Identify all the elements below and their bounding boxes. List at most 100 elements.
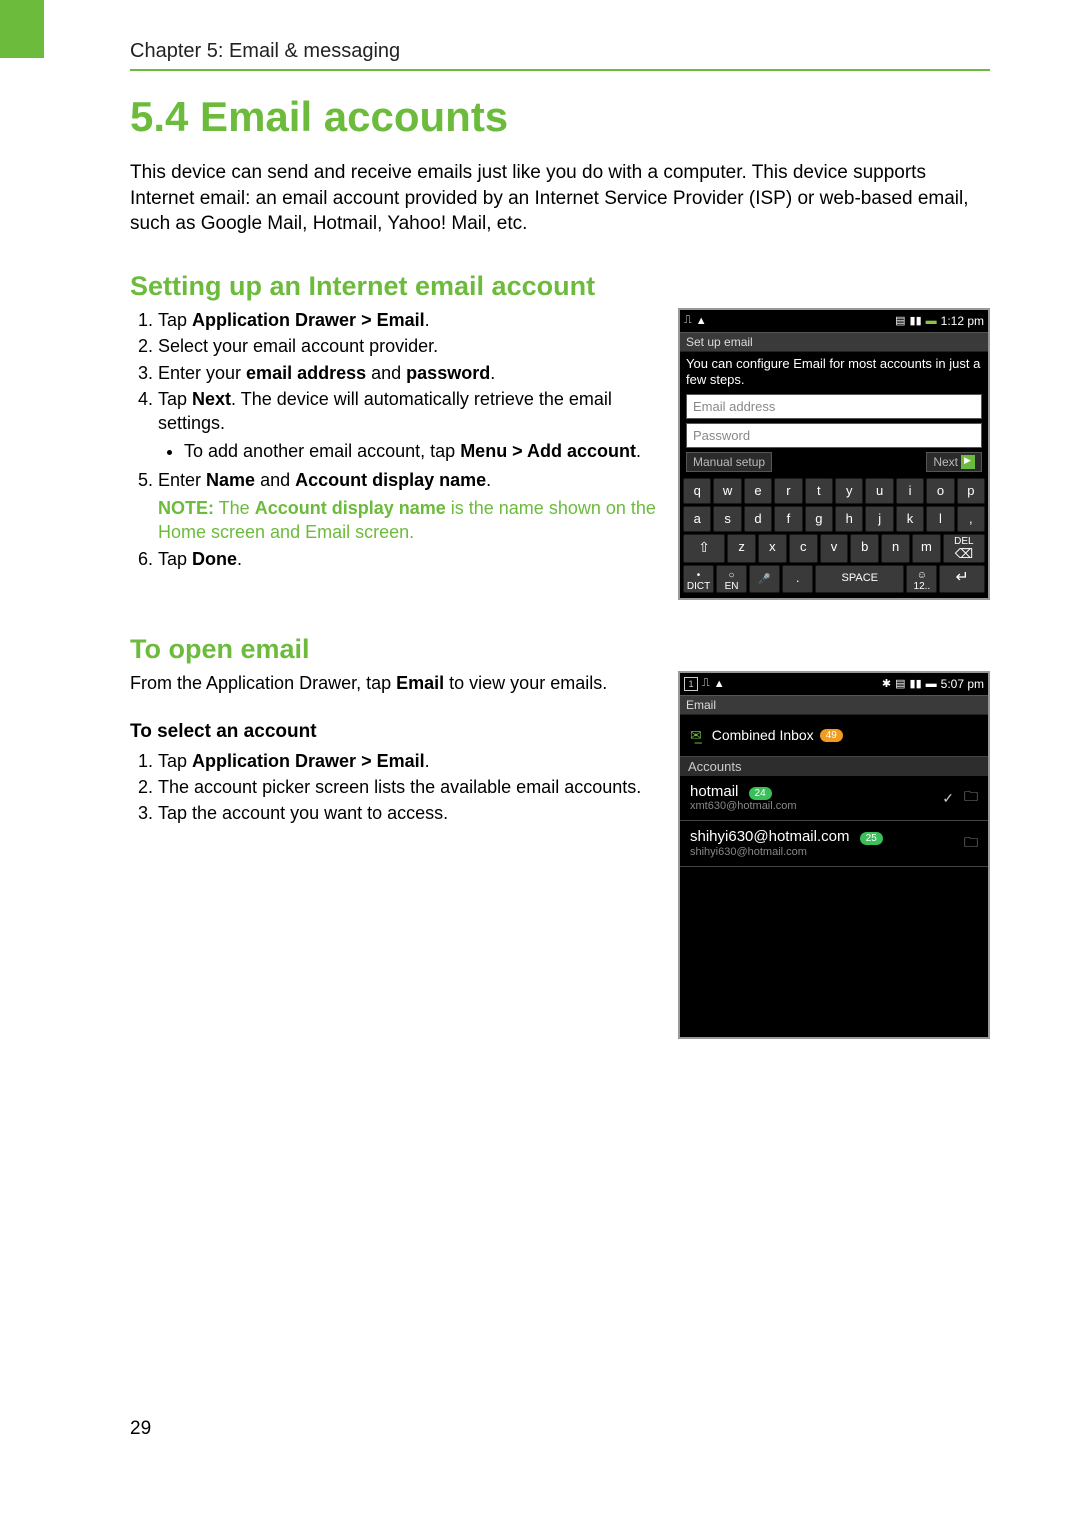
- screen-title-bar-2: Email: [680, 695, 988, 715]
- step-3: Enter your email address and password.: [158, 361, 660, 385]
- key-enter[interactable]: [939, 565, 985, 593]
- account-row-2[interactable]: shihyi630@hotmail.com 25 shihyi630@hotma…: [680, 821, 988, 867]
- key-dict[interactable]: •DICT: [683, 565, 714, 593]
- chapter-header: Chapter 5: Email & messaging: [130, 40, 990, 69]
- next-arrow-icon: [961, 455, 975, 469]
- screen-title-bar: Set up email: [680, 332, 988, 352]
- folder-icon[interactable]: 🗀: [964, 786, 978, 810]
- key-k[interactable]: k: [896, 506, 924, 532]
- section-title: 5.4 Email accounts: [130, 93, 990, 141]
- key-y[interactable]: y: [835, 478, 863, 504]
- select-step-1: Tap Application Drawer > Email.: [158, 749, 660, 773]
- status-time-2: 5:07 pm: [941, 677, 984, 691]
- select-account-heading: To select an account: [130, 719, 660, 745]
- key-q[interactable]: q: [683, 478, 711, 504]
- key-j[interactable]: j: [865, 506, 893, 532]
- account-1-name: hotmail 24: [690, 784, 932, 801]
- key-space[interactable]: SPACE: [815, 565, 904, 593]
- combined-inbox-row[interactable]: ✉̲ Combined Inbox 49: [680, 715, 988, 757]
- status-bar: ⎍ ▲ ▤ ▮▮ ▬ 1:12 pm: [680, 310, 988, 332]
- key-t[interactable]: t: [805, 478, 833, 504]
- accounts-header: Accounts: [680, 757, 988, 776]
- key-r[interactable]: r: [774, 478, 802, 504]
- key-n[interactable]: n: [881, 534, 910, 562]
- sim-icon: ▤: [895, 314, 905, 327]
- key-o[interactable]: o: [926, 478, 954, 504]
- manual-setup-button[interactable]: Manual setup: [686, 452, 772, 472]
- key-b[interactable]: b: [850, 534, 879, 562]
- key-a[interactable]: a: [683, 506, 711, 532]
- page-number: 29: [130, 1418, 151, 1440]
- select-step-2: The account picker screen lists the avai…: [158, 775, 660, 799]
- select-step-3: Tap the account you want to access.: [158, 801, 660, 825]
- key-u[interactable]: u: [865, 478, 893, 504]
- step-5: Enter Name and Account display name. NOT…: [158, 468, 660, 545]
- account-2-name: shihyi630@hotmail.com 25: [690, 829, 954, 846]
- subheading-setup: Setting up an Internet email account: [130, 271, 990, 302]
- sim-icon: ▤: [895, 677, 905, 690]
- header-rule: [130, 69, 990, 71]
- key-g[interactable]: g: [805, 506, 833, 532]
- status-bar-2: 1 ⎍ ▲ ✱ ▤ ▮▮ ▬ 5:07 pm: [680, 673, 988, 695]
- key-l[interactable]: l: [926, 506, 954, 532]
- keyboard: q w e r t y u i o p a s d f g h: [680, 474, 988, 597]
- combined-inbox-badge: 49: [820, 729, 843, 742]
- key-comma[interactable]: ,: [957, 506, 985, 532]
- setup-instructions: Tap Application Drawer > Email. Select y…: [130, 308, 660, 600]
- usb-icon: ⎍: [702, 677, 710, 690]
- account-1-email: xmt630@hotmail.com: [690, 800, 932, 812]
- key-x[interactable]: x: [758, 534, 787, 562]
- config-msg: You can configure Email for most account…: [686, 356, 982, 389]
- key-shift[interactable]: [683, 534, 725, 562]
- password-field[interactable]: Password: [686, 423, 982, 448]
- account-1-badge: 24: [749, 787, 772, 800]
- battery-icon: ▬: [926, 315, 937, 327]
- key-e[interactable]: e: [744, 478, 772, 504]
- folder-icon[interactable]: 🗀: [964, 832, 978, 856]
- email-field[interactable]: Email address: [686, 394, 982, 419]
- step-1: Tap Application Drawer > Email.: [158, 308, 660, 332]
- warning-icon: ▲: [714, 678, 725, 690]
- signal-icon: ▮▮: [910, 314, 922, 327]
- signal-icon: ▮▮: [910, 677, 922, 690]
- screenshot-setup-email: ⎍ ▲ ▤ ▮▮ ▬ 1:12 pm Set up email You can …: [678, 308, 990, 600]
- step-4-bullet: To add another email account, tap Menu >…: [184, 439, 660, 463]
- key-i[interactable]: i: [896, 478, 924, 504]
- account-2-email: shihyi630@hotmail.com: [690, 846, 954, 858]
- key-lang[interactable]: ○EN: [716, 565, 747, 593]
- key-v[interactable]: v: [820, 534, 849, 562]
- account-2-badge: 25: [860, 832, 883, 845]
- key-delete[interactable]: DEL: [943, 534, 985, 562]
- note-text: The Account display name is the name sho…: [158, 498, 656, 542]
- next-button[interactable]: Next: [926, 452, 982, 472]
- key-s[interactable]: s: [713, 506, 741, 532]
- key-z[interactable]: z: [727, 534, 756, 562]
- key-m[interactable]: m: [912, 534, 941, 562]
- key-dot[interactable]: .: [782, 565, 813, 593]
- screenshot-email-accounts: 1 ⎍ ▲ ✱ ▤ ▮▮ ▬ 5:07 pm Email ✉̲ Combined…: [678, 671, 990, 1039]
- key-numbers[interactable]: ☺12..: [906, 565, 937, 593]
- step-6: Tap Done.: [158, 547, 660, 571]
- key-f[interactable]: f: [774, 506, 802, 532]
- combined-inbox-label: Combined Inbox: [712, 727, 814, 743]
- key-h[interactable]: h: [835, 506, 863, 532]
- account-row-1[interactable]: hotmail 24 xmt630@hotmail.com ✓ 🗀: [680, 776, 988, 822]
- open-email-lead: From the Application Drawer, tap Email t…: [130, 671, 660, 695]
- status-time: 1:12 pm: [941, 314, 984, 328]
- warning-icon: ▲: [696, 315, 707, 327]
- combined-inbox-icon: ✉̲: [690, 727, 702, 744]
- note-label: NOTE:: [158, 498, 214, 518]
- key-p[interactable]: p: [957, 478, 985, 504]
- key-w[interactable]: w: [713, 478, 741, 504]
- step-2: Select your email account provider.: [158, 334, 660, 358]
- key-mic[interactable]: [749, 565, 780, 593]
- notif-icon: 1: [684, 677, 698, 691]
- check-icon: ✓: [942, 790, 954, 807]
- subheading-open-email: To open email: [130, 634, 990, 665]
- key-d[interactable]: d: [744, 506, 772, 532]
- usb-icon: ⎍: [684, 314, 692, 327]
- battery-icon: ▬: [926, 678, 937, 690]
- intro-paragraph: This device can send and receive emails …: [130, 160, 990, 237]
- key-c[interactable]: c: [789, 534, 818, 562]
- step-4: Tap Next. The device will automatically …: [158, 387, 660, 464]
